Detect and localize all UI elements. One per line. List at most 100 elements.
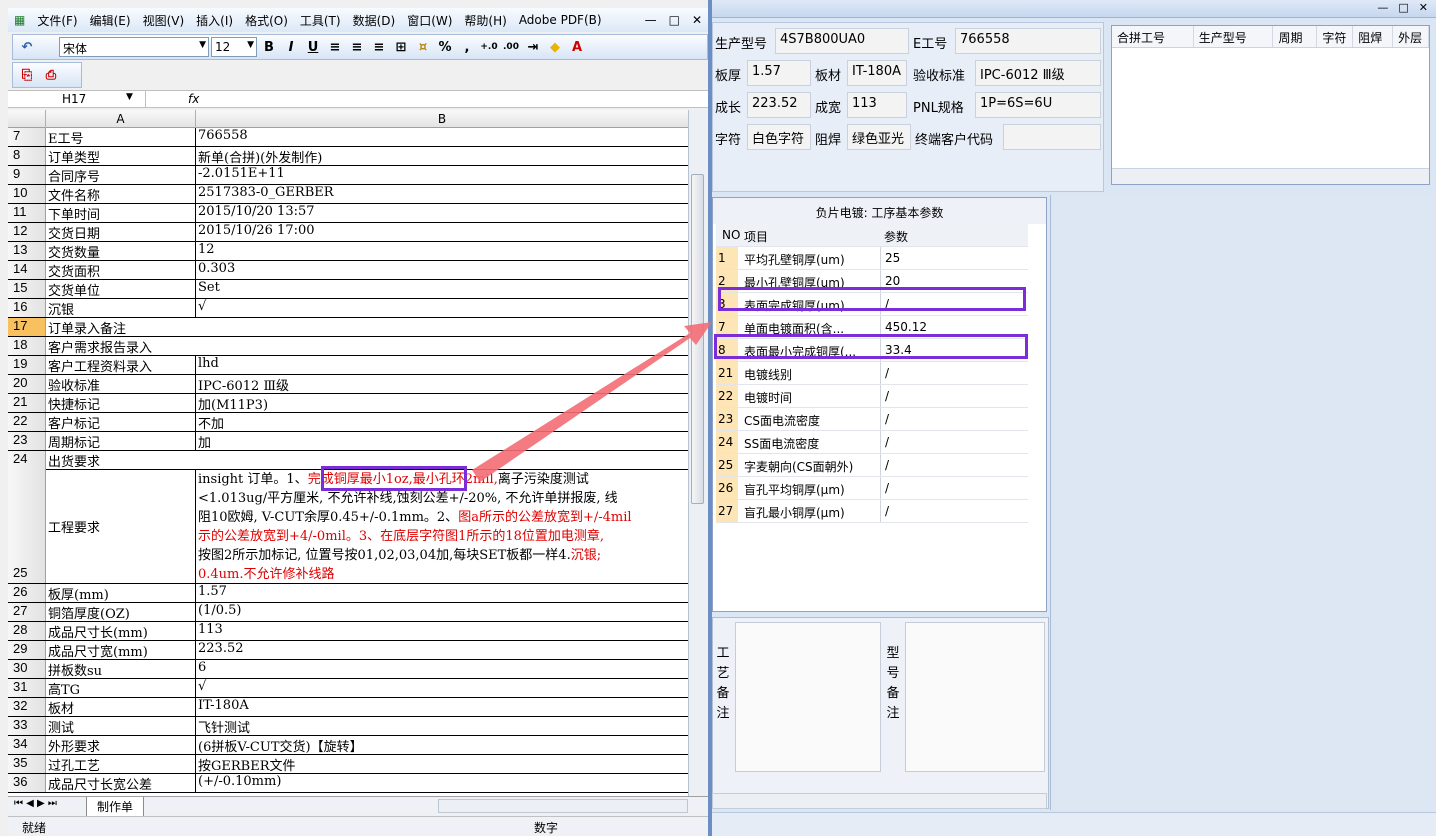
table-row[interactable]: 29 成品尺寸宽(mm) 223.52 xyxy=(8,641,688,660)
pnl-field[interactable]: 1P=6S=6U xyxy=(975,92,1101,118)
cell-b[interactable] xyxy=(196,337,688,355)
proc-row[interactable]: 21 电镀线别 / xyxy=(716,362,1028,385)
remark-hscroll[interactable] xyxy=(712,793,1047,809)
table-row[interactable]: 16 沉银 √ xyxy=(8,299,688,318)
merge-col-model[interactable]: 生产型号 xyxy=(1194,26,1274,47)
maximize-button[interactable]: □ xyxy=(1398,1,1408,14)
sheet-tab[interactable]: 制作单 xyxy=(86,797,145,817)
row-header[interactable]: 14 xyxy=(8,261,46,279)
row-header[interactable]: 12 xyxy=(8,223,46,241)
cell-a[interactable]: 交货单位 xyxy=(46,280,196,298)
proc-row[interactable]: 1 平均孔壁铜厚(um) 25 xyxy=(716,247,1028,270)
length-field[interactable]: 223.52 xyxy=(747,92,811,118)
cell-a[interactable]: 交货面积 xyxy=(46,261,196,279)
cell-a[interactable]: 成品尺寸长(mm) xyxy=(46,622,196,640)
cell-b[interactable]: Set xyxy=(196,280,688,298)
select-all-corner[interactable] xyxy=(8,110,46,128)
width-field[interactable]: 113 xyxy=(847,92,907,118)
row-header[interactable]: 20 xyxy=(8,375,46,393)
row-header[interactable]: 26 xyxy=(8,584,46,602)
cell-a[interactable]: 外形要求 xyxy=(46,736,196,754)
cell-a[interactable]: 铜箔厚度(OZ) xyxy=(46,603,196,621)
cell-a[interactable]: 成品尺寸长宽公差 xyxy=(46,774,196,792)
table-row[interactable]: 33 测试 飞针测试 xyxy=(8,717,688,736)
table-row[interactable]: 18 客户需求报告录入 xyxy=(8,337,688,356)
row-header[interactable]: 11 xyxy=(8,204,46,222)
table-row[interactable]: 10 文件名称 2517383-0_GERBER xyxy=(8,185,688,204)
cell-a[interactable]: 测试 xyxy=(46,717,196,735)
table-row[interactable]: 26 板厚(mm) 1.57 xyxy=(8,584,688,603)
proc-row[interactable]: 27 盲孔最小铜厚(μm) / xyxy=(716,500,1028,523)
fx-icon[interactable]: fx xyxy=(188,92,199,106)
row-header[interactable]: 34 xyxy=(8,736,46,754)
cell-b[interactable]: 2015/10/20 13:57 xyxy=(196,204,688,222)
row-header[interactable]: 23 xyxy=(8,432,46,450)
column-a-header[interactable]: A xyxy=(46,110,196,128)
standard-field[interactable]: IPC-6012 Ⅲ级 xyxy=(975,60,1101,86)
cell-a[interactable]: 文件名称 xyxy=(46,185,196,203)
table-row[interactable]: 31 高TG √ xyxy=(8,679,688,698)
cell-b[interactable]: lhd xyxy=(196,356,688,374)
cell-a[interactable]: 合同序号 xyxy=(46,166,196,184)
row-header[interactable]: 33 xyxy=(8,717,46,735)
table-row[interactable]: 36 成品尺寸长宽公差 (+/-0.10mm) xyxy=(8,774,688,793)
close-button[interactable]: ✕ xyxy=(1419,1,1428,14)
proc-value[interactable]: / xyxy=(880,362,889,384)
row-header[interactable]: 13 xyxy=(8,242,46,260)
cell-b[interactable]: IT-180A xyxy=(196,698,688,716)
merge-col-cycle[interactable]: 周期 xyxy=(1273,26,1318,47)
table-row[interactable]: 13 交货数量 12 xyxy=(8,242,688,261)
row-header[interactable]: 35 xyxy=(8,755,46,773)
mask-field[interactable]: 绿色亚光 xyxy=(847,124,911,150)
row-header[interactable]: 15 xyxy=(8,280,46,298)
cell-a[interactable]: 下单时间 xyxy=(46,204,196,222)
size-dropdown-icon[interactable]: ▼ xyxy=(247,40,254,50)
process-remark-box[interactable] xyxy=(735,622,881,772)
cell-a[interactable]: 沉银 xyxy=(46,299,196,317)
row-header[interactable]: 36 xyxy=(8,774,46,792)
cell-a[interactable]: 交货数量 xyxy=(46,242,196,260)
menu-help[interactable]: 帮助(H) xyxy=(458,12,512,29)
table-row[interactable]: 23 周期标记加 xyxy=(8,432,688,451)
cell-a[interactable]: 板厚(mm) xyxy=(46,584,196,602)
menu-file[interactable]: 文件(F) xyxy=(31,12,83,29)
currency-icon[interactable]: ¤ xyxy=(413,37,433,57)
indent-icon[interactable]: ⇥ xyxy=(523,37,543,57)
proc-value[interactable]: / xyxy=(880,408,889,430)
row-header[interactable]: 31 xyxy=(8,679,46,697)
cell-b[interactable]: √ xyxy=(196,679,688,697)
cell-b[interactable]: 新单(合拼)(外发制作) xyxy=(196,147,688,165)
underline-icon[interactable]: U xyxy=(303,37,323,57)
cell-b[interactable]: 223.52 xyxy=(196,641,688,659)
endcust-field[interactable] xyxy=(1003,124,1101,150)
menu-view[interactable]: 视图(V) xyxy=(137,12,191,29)
cell-b[interactable]: (+/-0.10mm) xyxy=(196,774,688,792)
table-row[interactable]: 15 交货单位 Set xyxy=(8,280,688,299)
menu-edit[interactable]: 编辑(E) xyxy=(84,12,137,29)
e-job-field[interactable]: 766558 xyxy=(955,28,1101,54)
cell-a[interactable]: 订单类型 xyxy=(46,147,196,165)
cell-a[interactable]: 快捷标记 xyxy=(46,394,196,412)
row-header[interactable]: 32 xyxy=(8,698,46,716)
menu-data[interactable]: 数据(D) xyxy=(347,12,402,29)
model-remark-box[interactable] xyxy=(905,622,1045,772)
doc-close-button[interactable]: ✕ xyxy=(686,13,708,27)
font-name-select[interactable]: 宋体 ▼ xyxy=(59,37,209,57)
menu-adobe-pdf[interactable]: Adobe PDF(B) xyxy=(513,13,608,27)
horizontal-scrollbar[interactable] xyxy=(438,799,688,813)
table-row[interactable]: 27 铜箔厚度(OZ) (1/0.5) xyxy=(8,603,688,622)
doc-minimize-button[interactable]: — xyxy=(639,13,663,27)
column-b-header[interactable]: B xyxy=(196,110,688,128)
cell-b[interactable]: (1/0.5) xyxy=(196,603,688,621)
row-header[interactable]: 19 xyxy=(8,356,46,374)
table-row[interactable]: 20 验收标准 IPC-6012 Ⅲ级 xyxy=(8,375,688,394)
row-header[interactable]: 10 xyxy=(8,185,46,203)
row-header[interactable]: 17 xyxy=(8,318,46,336)
proc-value[interactable]: 25 xyxy=(880,247,900,269)
row-header[interactable]: 16 xyxy=(8,299,46,317)
merge-center-icon[interactable]: ⊞ xyxy=(391,37,411,57)
menu-tools[interactable]: 工具(T) xyxy=(294,12,347,29)
decrease-decimal-icon[interactable]: .00 xyxy=(501,37,521,57)
cell-a[interactable]: 客户标记 xyxy=(46,413,196,431)
cell-a[interactable]: 过孔工艺 xyxy=(46,755,196,773)
